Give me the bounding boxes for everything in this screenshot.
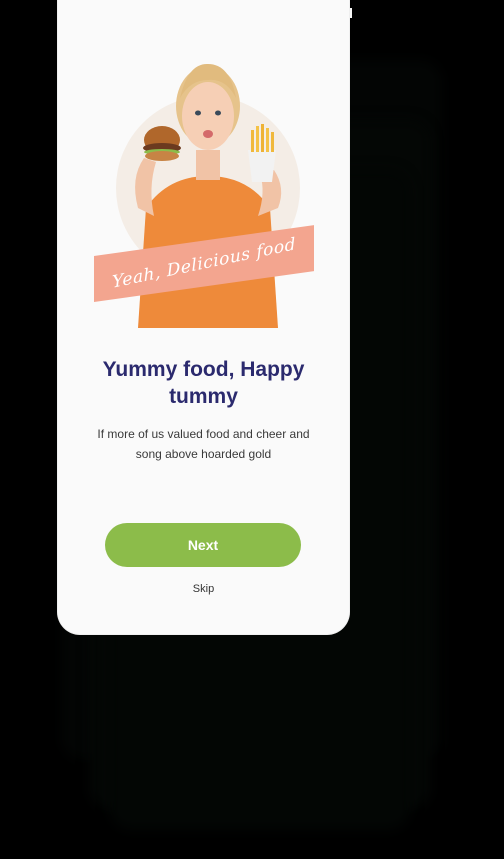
page-title: Yummy food, Happy tummy	[102, 358, 305, 408]
next-button[interactable]: Next	[105, 523, 301, 567]
skip-link[interactable]: Skip	[58, 583, 349, 595]
onboarding-card: Yeah, Delicious food Yummy food, Happy t…	[58, 0, 349, 634]
page-subtitle: If more of us valued food and cheer and …	[97, 427, 310, 461]
screen: Yeah, Delicious food Yummy food, Happy t…	[0, 0, 504, 859]
